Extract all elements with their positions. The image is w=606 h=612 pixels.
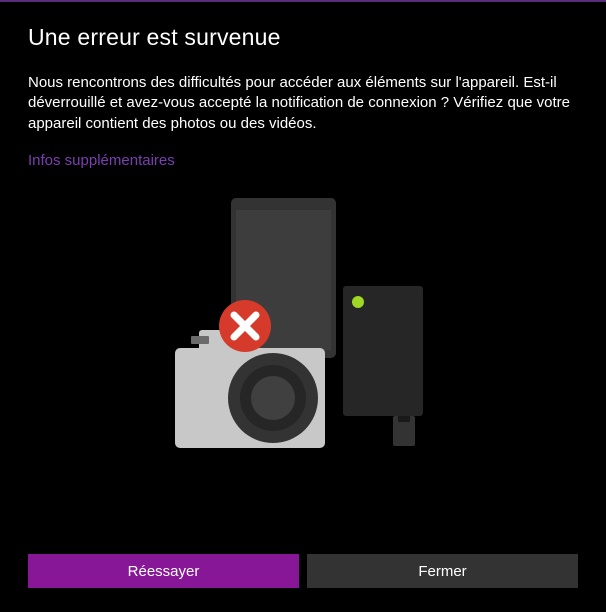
dialog-description: Nous rencontrons des difficultés pour ac… [28, 73, 578, 134]
more-info-link[interactable]: Infos supplémentaires [28, 152, 175, 169]
dialog-title: Une erreur est survenue [28, 24, 578, 51]
dialog-button-row: Réessayer Fermer [28, 554, 578, 588]
dialog-content: Une erreur est survenue Nous rencontrons… [0, 0, 606, 468]
close-button[interactable]: Fermer [307, 554, 578, 588]
window-accent-bar [0, 0, 606, 2]
devices-error-icon [163, 188, 443, 468]
retry-button[interactable]: Réessayer [28, 554, 299, 588]
error-illustration [28, 188, 578, 468]
